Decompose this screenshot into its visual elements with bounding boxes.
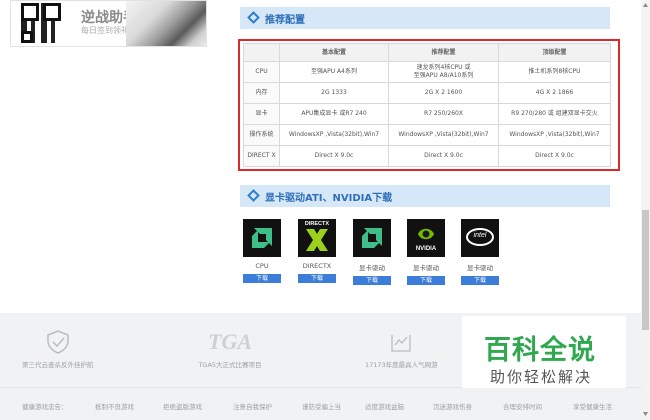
table-row: DIRECT X Direct X 9.0c Direct X 9.0c Dir…: [243, 145, 611, 167]
cell-top: Direct X 9.0c: [498, 145, 611, 167]
footer-feature-label: TGA5大正式比赛项目: [198, 361, 262, 369]
cell-basic: APU集成显卡 或R7 240: [279, 103, 389, 125]
cell-top: 4G X 2 1866: [498, 82, 611, 104]
health-link[interactable]: 谨防受骗上当: [302, 401, 341, 411]
table-row: 操作系统 WindowsXP ,Vista(32bit),Win7 Window…: [243, 124, 611, 146]
spec-table: 基本配置 推荐配置 顶级配置 CPU 至强APU A4系列 速龙系列4核CPU …: [243, 43, 611, 167]
health-link[interactable]: 抵制不良游戏: [95, 401, 134, 411]
driver-name: 显卡驱动: [359, 264, 385, 272]
row-label: 内存: [243, 82, 280, 104]
scroll-down-arrow-icon[interactable]: [642, 410, 649, 417]
nvidia-badge: NVIDIA: [415, 246, 437, 252]
diamond-icon: [247, 189, 260, 202]
vertical-scrollbar[interactable]: [641, 0, 650, 420]
app-promo-card[interactable]: 逆战助手APP 每日签到领礼包: [10, 0, 207, 47]
diamond-icon: [247, 11, 260, 24]
download-button[interactable]: 下载: [298, 274, 336, 283]
driver-name: CPU: [255, 262, 269, 270]
row-label: DIRECT X: [243, 145, 280, 167]
driver-item-amd: 显卡驱动 下载: [353, 219, 393, 285]
watermark-main-text: 百科全说: [484, 335, 596, 366]
footer-feature-anticheat: 第三代云查杀反外挂护航: [22, 313, 94, 369]
driver-name: DIRECTX: [302, 262, 332, 270]
cell-top: R9 270/280 或 组建双显卡交火: [498, 103, 611, 125]
health-link[interactable]: 沉迷游戏伤身: [433, 401, 472, 411]
intel-logo-icon[interactable]: intel: [461, 219, 499, 257]
health-link[interactable]: 拒绝盗版游戏: [163, 401, 202, 411]
cell-basic: 至强APU A4系列: [279, 61, 389, 83]
cell-recommended: 速龙系列4核CPU 或 至强APU A8/A10系列: [388, 61, 499, 83]
recommend-section-title: 推荐配置: [265, 15, 305, 26]
column-header: [243, 43, 280, 62]
download-button[interactable]: 下载: [407, 276, 445, 285]
recommend-section-header: 推荐配置: [240, 7, 610, 29]
health-link[interactable]: 注意自我保护: [233, 401, 272, 411]
footer-feature-label: 第三代云查杀反外挂护航: [22, 361, 94, 369]
drivers-section-title: 显卡驱动ATI、NVIDIA下载: [265, 193, 393, 204]
driver-item-nvidia: NVIDIA 显卡驱动 下载: [407, 219, 447, 285]
column-header-top: 顶级配置: [498, 43, 611, 62]
cell-recommended: R7 250/260X: [388, 103, 499, 125]
cell-top: WindowsXP ,Vista(32bit),Win7: [498, 124, 611, 146]
cell-top: 推土机系列8核CPU: [498, 61, 611, 83]
table-row: 显卡 APU集成显卡 或R7 240 R7 250/260X R9 270/28…: [243, 103, 611, 125]
watermark-sub-text: 助你轻松解决: [490, 368, 593, 386]
row-label: CPU: [243, 61, 280, 83]
download-button[interactable]: 下载: [353, 276, 391, 285]
trophy-icon: [391, 335, 411, 352]
app-hero-image: [126, 1, 206, 46]
download-button[interactable]: 下载: [461, 276, 499, 285]
health-notice-title: 健康游戏忠告：: [22, 403, 68, 411]
watermark-logo: 百科全说 助你轻松解决: [462, 316, 626, 388]
directx-badge: DIRECTX: [304, 221, 330, 227]
qr-code-icon: [21, 3, 61, 43]
cell-recommended: Direct X 9.0c: [388, 145, 499, 167]
cell-basic: 2G 1333: [279, 82, 389, 104]
health-link[interactable]: 适度游戏益脑: [365, 401, 404, 411]
cell-basic: Direct X 9.0c: [279, 145, 389, 167]
driver-item-directx: DIRECTX DIRECTX 下载: [298, 219, 338, 283]
table-row: CPU 至强APU A4系列 速龙系列4核CPU 或 至强APU A8/A10系…: [243, 61, 611, 83]
drivers-section-header: 显卡驱动ATI、NVIDIA下载: [240, 185, 610, 207]
footer-feature-17173: 17173年度最具人气网游: [365, 313, 438, 369]
health-link[interactable]: 享受健康生活: [573, 401, 612, 411]
cell-recommended: WindowsXP ,Vista(32bit),Win7: [388, 124, 499, 146]
amd-logo-icon[interactable]: [353, 219, 391, 257]
amd-logo-icon[interactable]: [243, 219, 281, 257]
intel-badge: intel: [473, 232, 487, 239]
column-header-basic: 基本配置: [279, 43, 389, 62]
footer-feature-label: 17173年度最具人气网游: [365, 361, 438, 369]
row-label: 显卡: [243, 103, 280, 125]
health-notice-bar: 健康游戏忠告： 抵制不良游戏 拒绝盗版游戏 注意自我保护 谨防受骗上当 适度游戏…: [0, 387, 650, 420]
shield-check-icon: [47, 330, 69, 354]
download-button[interactable]: 下载: [243, 274, 281, 283]
tga-logo-icon: TGA: [208, 329, 252, 354]
driver-name: 显卡驱动: [467, 264, 493, 272]
cell-recommended: 2G X 2 1600: [388, 82, 499, 104]
driver-item-intel: intel 显卡驱动 下载: [461, 219, 501, 285]
driver-name: 显卡驱动: [413, 264, 439, 272]
nvidia-logo-icon[interactable]: NVIDIA: [407, 219, 445, 257]
row-label: 操作系统: [243, 124, 280, 146]
scroll-thumb[interactable]: [642, 210, 649, 330]
table-row: 内存 2G 1333 2G X 2 1600 4G X 2 1866: [243, 82, 611, 104]
health-link[interactable]: 合理安排时间: [503, 401, 542, 411]
column-header-recommended: 推荐配置: [388, 43, 499, 62]
table-header-row: 基本配置 推荐配置 顶级配置: [243, 43, 611, 62]
driver-item-cpu: CPU 下载: [243, 219, 283, 283]
footer-feature-tga: TGA TGA5大正式比赛项目: [198, 313, 262, 369]
scroll-up-arrow-icon[interactable]: [642, 2, 649, 9]
cell-basic: WindowsXP ,Vista(32bit),Win7: [279, 124, 389, 146]
directx-logo-icon[interactable]: DIRECTX: [298, 219, 336, 257]
